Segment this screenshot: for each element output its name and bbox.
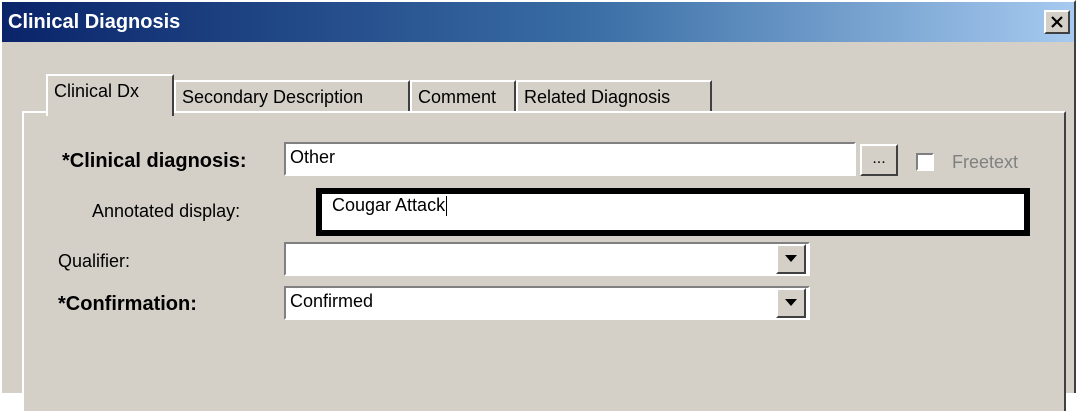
qualifier-label: Qualifier: <box>58 251 131 271</box>
text-caret <box>446 196 448 217</box>
confirmation-select[interactable]: Confirmed <box>284 286 810 320</box>
annotated-display-value: Cougar Attack <box>332 195 446 215</box>
freetext-checkbox[interactable] <box>916 153 934 171</box>
tab-label: Clinical Dx <box>54 81 140 101</box>
tab-secondary-description[interactable]: Secondary Description <box>174 80 410 114</box>
freetext-label: Freetext <box>952 152 1019 172</box>
title-bar: Clinical Diagnosis <box>2 2 1074 42</box>
chevron-down-icon <box>785 294 797 312</box>
tab-label: Related Diagnosis <box>524 87 671 107</box>
chevron-down-icon <box>785 250 797 268</box>
qualifier-select[interactable] <box>284 242 810 276</box>
annotated-display-field[interactable]: Cougar Attack <box>316 188 1030 236</box>
tab-related-diagnosis[interactable]: Related Diagnosis <box>516 80 712 114</box>
tab-comment[interactable]: Comment <box>410 80 516 114</box>
confirmation-dropdown-button[interactable] <box>776 288 806 318</box>
clinical-diagnosis-field[interactable]: Other <box>284 142 856 176</box>
window-title: Clinical Diagnosis <box>8 11 181 33</box>
confirmation-label: *Confirmation: <box>58 293 197 315</box>
close-icon <box>1050 15 1064 29</box>
clinical-diagnosis-label: *Clinical diagnosis: <box>62 150 247 172</box>
browse-button[interactable]: ... <box>860 144 898 176</box>
annotated-display-label: Annotated display: <box>92 201 241 221</box>
tab-label: Secondary Description <box>182 87 364 107</box>
qualifier-dropdown-button[interactable] <box>776 244 806 274</box>
tab-clinical-dx[interactable]: Clinical Dx <box>46 74 174 116</box>
clinical-diagnosis-window: Clinical Diagnosis Clinical Dx Secondary… <box>0 0 1076 411</box>
tab-label: Comment <box>418 87 497 107</box>
close-button[interactable] <box>1044 10 1070 34</box>
